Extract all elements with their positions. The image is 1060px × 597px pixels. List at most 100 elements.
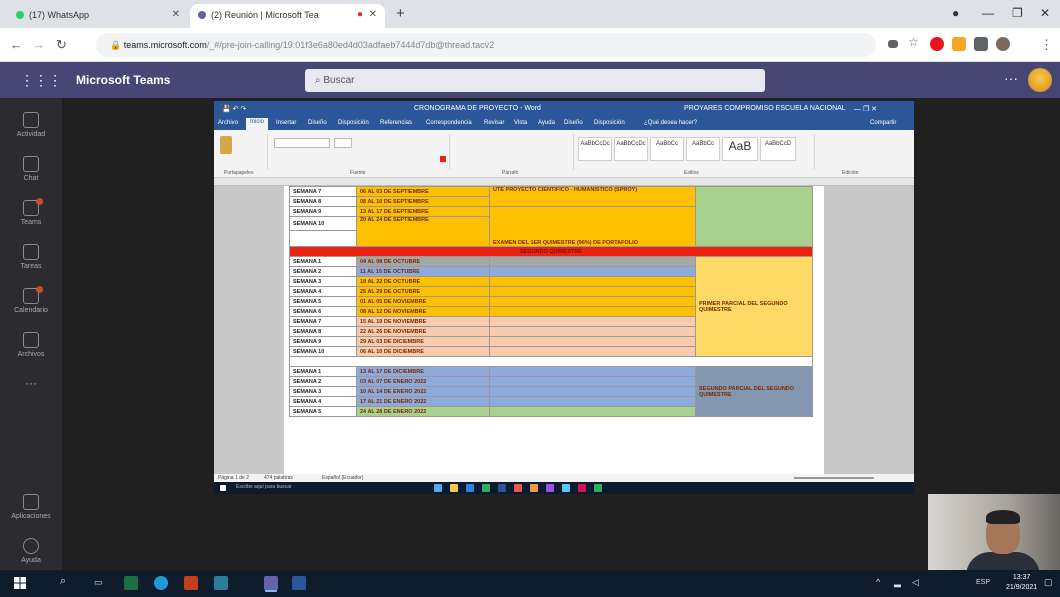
ribbon-tab[interactable]: Referencias	[380, 120, 412, 126]
new-tab-button[interactable]: +	[396, 5, 405, 22]
remote-search[interactable]: Escribe aquí para buscar	[236, 484, 292, 490]
rail-item-chat[interactable]: Chat	[0, 156, 62, 182]
rail-item-apps[interactable]: Aplicaciones	[0, 494, 62, 520]
ribbon-tab[interactable]: Disposición	[338, 120, 369, 126]
rail-item-more[interactable]: ···	[0, 376, 62, 390]
volume-icon[interactable]: ◁	[912, 577, 919, 588]
windows-start-icon[interactable]	[14, 577, 26, 589]
close-window-button[interactable]: ✕	[1040, 6, 1050, 20]
font-size-select[interactable]	[334, 138, 352, 148]
desc-cell	[489, 286, 696, 297]
address-bar[interactable]: 🔒 teams.microsoft.com/_#/pre-join-callin…	[96, 33, 876, 57]
word-taskbar-icon[interactable]	[292, 576, 306, 590]
task-view-icon[interactable]: ▭	[94, 577, 103, 588]
app-icon[interactable]	[434, 484, 442, 492]
app-icon[interactable]	[498, 484, 506, 492]
zoom-slider[interactable]	[794, 477, 874, 479]
opera-extension-icon[interactable]	[930, 37, 944, 51]
extension-icon[interactable]	[952, 37, 966, 51]
reload-icon[interactable]: ↻	[56, 37, 67, 53]
close-tab-icon[interactable]: ✕	[172, 9, 180, 20]
start-icon[interactable]	[220, 485, 226, 491]
style-title[interactable]: AaB	[722, 137, 758, 161]
ribbon-tab[interactable]: Vista	[514, 120, 527, 126]
puzzle-icon[interactable]	[974, 37, 988, 51]
network-icon[interactable]: ▂	[894, 577, 901, 588]
gap-cell	[289, 356, 813, 367]
paste-icon[interactable]	[220, 136, 232, 154]
week-cell: SEMANA 9	[289, 336, 357, 347]
app-icon[interactable]	[530, 484, 538, 492]
rail-item-tasks[interactable]: Tareas	[0, 244, 62, 270]
close-tab-icon[interactable]: ●	[357, 9, 363, 20]
language-indicator[interactable]: ESP	[976, 579, 990, 586]
maximize-button[interactable]: ❐	[1012, 6, 1023, 20]
ribbon-tab[interactable]: Correspondencia	[426, 120, 472, 126]
teams-header: ⋮⋮⋮ Microsoft Teams ⌕ Buscar ···	[0, 62, 1060, 98]
tray-arrow-icon[interactable]: ^	[876, 577, 880, 587]
user-avatar[interactable]	[1028, 68, 1052, 92]
rail-item-calendar[interactable]: Calendario	[0, 286, 62, 314]
app-icon[interactable]	[594, 484, 602, 492]
ribbon-tab[interactable]: Ayuda	[538, 120, 555, 126]
ribbon-tab[interactable]: Diseño	[308, 120, 327, 126]
style-no-spacing[interactable]: AaBbCcDc	[614, 137, 648, 161]
app-icon[interactable]	[578, 484, 586, 492]
search-icon[interactable]: ⌕	[60, 575, 66, 588]
style-subtitle[interactable]: AaBbCcD	[760, 137, 796, 161]
menu-icon[interactable]: ⋮	[1040, 37, 1053, 53]
ribbon-tab[interactable]: Insertar	[276, 120, 296, 126]
save-icon[interactable]: 💾 ↶ ↷	[222, 105, 246, 113]
rail-item-teams[interactable]: Teams	[0, 198, 62, 226]
browser-tab-teams[interactable]: (2) Reunión | Microsoft Tea ● ✕	[190, 4, 385, 28]
edge-icon[interactable]	[154, 576, 168, 590]
teams-taskbar-icon[interactable]	[264, 576, 278, 590]
forward-icon[interactable]: →	[32, 37, 45, 52]
camera-icon[interactable]	[888, 40, 898, 48]
star-icon[interactable]: ☆	[908, 35, 922, 49]
app-icon[interactable]	[450, 484, 458, 492]
app-icon[interactable]	[546, 484, 554, 492]
window-controls[interactable]: — ❐ ✕	[854, 105, 877, 113]
tell-me-input[interactable]: ¿Qué desea hacer?	[644, 120, 697, 126]
rail-item-activity[interactable]: Actividad	[0, 112, 62, 138]
ribbon-tab[interactable]: Diseño	[564, 120, 583, 126]
ribbon-tab[interactable]: Revisar	[484, 120, 504, 126]
style-normal[interactable]: AaBbCcDc	[578, 137, 612, 161]
rail-item-files[interactable]: Archivos	[0, 332, 62, 358]
minimize-button[interactable]: —	[982, 6, 994, 20]
notification-icon[interactable]: ▢	[1044, 577, 1053, 588]
date-cell: 06 AL 10 DE DICIEMBRE	[356, 346, 490, 357]
photos-icon[interactable]	[214, 576, 228, 590]
profile-avatar-icon[interactable]	[996, 37, 1010, 51]
whatsapp-icon	[16, 11, 24, 19]
app-icon[interactable]	[562, 484, 570, 492]
system-clock[interactable]: 13:37 21/9/2021	[1006, 573, 1037, 593]
app-icon[interactable]	[514, 484, 522, 492]
rail-item-help[interactable]: Ayuda	[0, 538, 62, 564]
style-heading-2[interactable]: AaBbCc	[686, 137, 720, 161]
rail-label: Aplicaciones	[11, 513, 51, 520]
app-icon[interactable]	[466, 484, 474, 492]
ribbon-tab[interactable]: Archivo	[218, 120, 238, 126]
app-icon[interactable]	[482, 484, 490, 492]
editing-group	[814, 134, 874, 170]
page-count: Página 1 de 2	[218, 475, 249, 481]
participant-video[interactable]	[928, 494, 1060, 570]
app-launcher-icon[interactable]: ⋮⋮⋮	[20, 72, 62, 89]
document-page[interactable]: SEMANA 7 06 AL 03 DE SEPTIEMBRE UTE PROYEC…	[284, 186, 824, 474]
ribbon-tab-active[interactable]: Inicio	[246, 118, 269, 130]
share-button[interactable]: Compartir	[870, 120, 896, 126]
profile-icon[interactable]: ●	[952, 6, 959, 20]
close-tab-icon[interactable]: ✕	[369, 9, 377, 20]
excel-icon[interactable]	[124, 576, 138, 590]
ribbon-tab[interactable]: Disposición	[594, 120, 625, 126]
search-input[interactable]: ⌕ Buscar	[305, 69, 765, 92]
more-options-icon[interactable]: ···	[1004, 70, 1018, 86]
font-color-icon[interactable]	[440, 156, 446, 162]
style-heading-1[interactable]: AaBbCc	[650, 137, 684, 161]
font-name-select[interactable]	[274, 138, 330, 148]
browser-tab-whatsapp[interactable]: (17) WhatsApp ✕	[8, 4, 188, 28]
powerpoint-icon[interactable]	[184, 576, 198, 590]
back-icon[interactable]: ←	[10, 37, 23, 52]
